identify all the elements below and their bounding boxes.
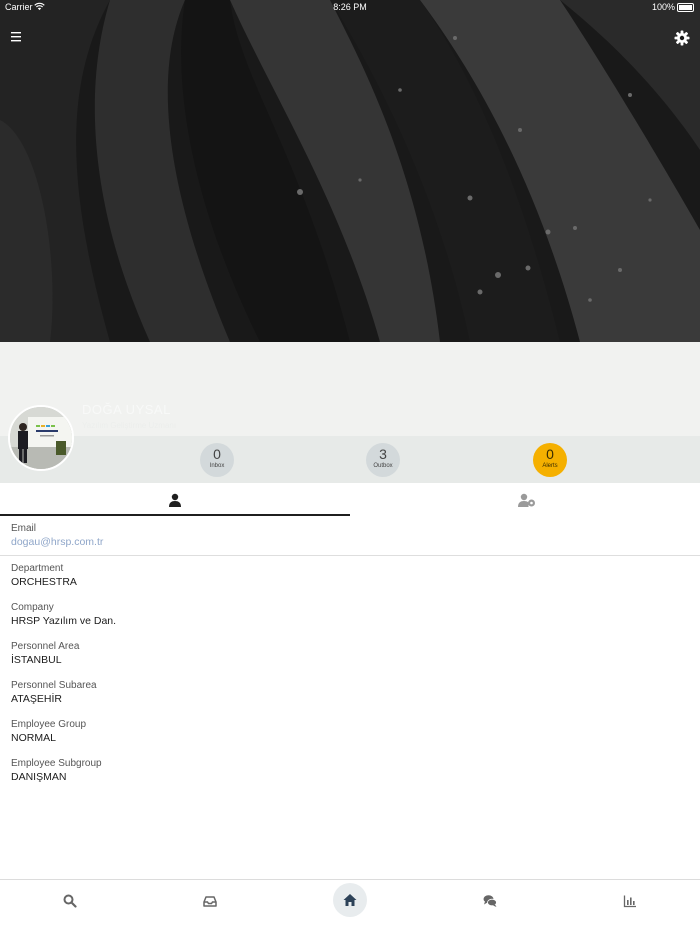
outbox-label: Outbox (373, 463, 393, 469)
clock: 8:26 PM (333, 2, 367, 12)
battery-icon (677, 3, 694, 12)
nav-home[interactable] (280, 880, 420, 922)
field-value: NORMAL (11, 732, 56, 744)
avatar[interactable] (8, 405, 74, 471)
nav-reports[interactable] (560, 880, 700, 922)
field-label: Employee Subgroup (11, 758, 102, 769)
field-label: Company (11, 602, 54, 613)
tab-account[interactable] (350, 484, 700, 516)
field-employee-subgroup: Employee Subgroup DANIŞMAN (11, 757, 102, 784)
status-bar: Carrier 8:26 PM 100% (0, 0, 700, 14)
chart-icon (623, 895, 636, 908)
field-value: İSTANBUL (11, 654, 62, 666)
divider (0, 555, 700, 556)
hamburger-icon (11, 32, 21, 42)
field-label: Employee Group (11, 719, 87, 730)
field-label: Email (11, 523, 37, 534)
alerts-label: Alerts (542, 463, 558, 469)
person-settings-icon (518, 493, 535, 507)
home-icon (343, 894, 357, 906)
alerts-count: 0 (546, 446, 554, 462)
settings-button[interactable] (672, 28, 692, 48)
counters-bar (0, 436, 700, 483)
field-label: Department (11, 563, 64, 574)
profile-tabs (0, 484, 700, 516)
field-value: HRSP Yazılım ve Dan. (11, 615, 117, 627)
nav-inbox[interactable] (140, 880, 280, 922)
outbox-counter[interactable]: 3 Outbox (366, 443, 400, 477)
battery-percent: 100% (651, 2, 675, 12)
field-personnel-subarea: Personnel Subarea ATAŞEHİR (11, 679, 97, 706)
outbox-count: 3 (379, 446, 387, 462)
field-label: Personnel Area (11, 641, 80, 652)
inbox-count: 0 (213, 446, 221, 462)
nav-search[interactable] (0, 880, 140, 922)
tab-personal-info[interactable] (0, 484, 350, 516)
search-icon (63, 894, 77, 908)
field-company: Company HRSP Yazılım ve Dan. (11, 601, 116, 628)
field-value: ORCHESTRA (11, 576, 77, 588)
email-link[interactable]: dogau@hrsp.com.tr (11, 535, 103, 549)
bottom-navigation (0, 879, 700, 935)
field-department: Department ORCHESTRA (11, 562, 77, 589)
alerts-counter[interactable]: 0 Alerts (533, 443, 567, 477)
cover-image (0, 0, 700, 342)
inbox-label: Inbox (209, 463, 225, 469)
gear-icon (674, 30, 690, 46)
nav-messages[interactable] (420, 880, 560, 922)
person-icon (169, 493, 181, 507)
chat-icon (483, 895, 497, 907)
field-value: DANIŞMAN (11, 771, 67, 783)
inbox-icon (203, 896, 217, 907)
field-value: ATAŞEHİR (11, 693, 62, 705)
field-label: Personnel Subarea (11, 680, 97, 691)
field-personnel-area: Personnel Area İSTANBUL (11, 640, 79, 667)
profile-name: DOĞA UYSAL (82, 402, 171, 417)
menu-button[interactable] (8, 28, 26, 46)
field-email: Email dogau@hrsp.com.tr (11, 522, 103, 549)
field-employee-group: Employee Group NORMAL (11, 718, 86, 745)
inbox-counter[interactable]: 0 Inbox (200, 443, 234, 477)
profile-title: Yazılım Geliştirme Uzmanı (82, 421, 177, 430)
